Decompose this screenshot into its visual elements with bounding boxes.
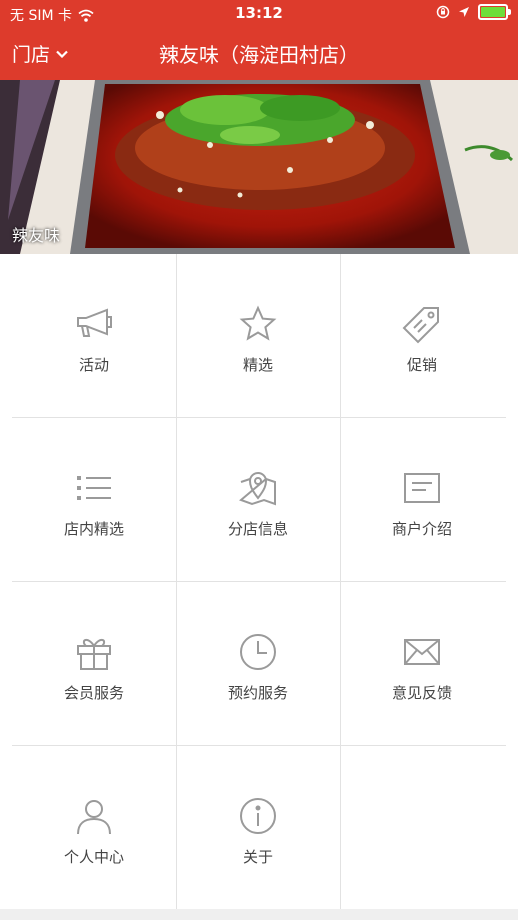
clock-icon xyxy=(240,634,276,670)
megaphone-icon xyxy=(77,308,112,337)
menu-item-feedback[interactable]: 意见反馈 xyxy=(340,582,504,746)
menu-item-label: 促销 xyxy=(406,356,437,374)
info-icon xyxy=(240,798,276,834)
nav-bar: 门店 辣友味（海淀田村店） xyxy=(0,26,518,80)
rotation-lock-icon xyxy=(436,5,450,19)
map-pin-icon xyxy=(239,472,276,506)
menu-item-label: 会员服务 xyxy=(63,684,124,702)
menu-item-label: 店内精选 xyxy=(63,520,124,538)
menu-item-label: 分店信息 xyxy=(227,520,288,538)
menu-item-merchant-intro[interactable]: 商户介绍 xyxy=(340,418,504,582)
menu-item-label: 关于 xyxy=(242,848,273,866)
tag-icon xyxy=(402,307,439,344)
menu-item-label: 个人中心 xyxy=(63,848,124,866)
user-icon xyxy=(77,800,111,835)
menu-item-featured[interactable]: 精选 xyxy=(176,254,340,418)
menu-item-label: 预约服务 xyxy=(227,684,288,702)
gift-icon xyxy=(77,639,111,670)
document-icon xyxy=(404,473,440,503)
envelope-icon xyxy=(404,639,440,665)
location-arrow-icon xyxy=(459,7,469,17)
menu-item-membership[interactable]: 会员服务 xyxy=(12,582,176,746)
menu-item-promotion[interactable]: 促销 xyxy=(340,254,504,418)
banner-image[interactable]: 辣友味 xyxy=(0,80,518,254)
list-icon xyxy=(77,476,111,500)
header: 无 SIM 卡 13:12 门店 辣友味（海淀田村店） xyxy=(0,0,518,80)
menu-item-reservation[interactable]: 预约服务 xyxy=(176,582,340,746)
menu-item-branch-info[interactable]: 分店信息 xyxy=(176,418,340,582)
grilled-fish-photo xyxy=(0,80,518,254)
menu-item-store-picks[interactable]: 店内精选 xyxy=(12,418,176,582)
star-icon xyxy=(239,305,277,341)
battery-icon xyxy=(478,4,511,20)
menu-grid: 活动 精选 促销 店内精选 分店信息 商户介绍 会员服务 预约服务 意见反馈 个… xyxy=(0,254,518,909)
status-right xyxy=(436,4,511,20)
menu-item-label: 活动 xyxy=(78,356,109,374)
status-bar: 无 SIM 卡 13:12 xyxy=(0,0,518,26)
menu-item-profile[interactable]: 个人中心 xyxy=(12,746,176,910)
banner-caption: 辣友味 xyxy=(12,226,61,245)
menu-item-about[interactable]: 关于 xyxy=(176,746,340,910)
menu-item-activity[interactable]: 活动 xyxy=(12,254,176,418)
menu-item-label: 精选 xyxy=(242,356,273,374)
menu-item-label: 意见反馈 xyxy=(391,684,452,702)
menu-item-label: 商户介绍 xyxy=(391,520,452,538)
bottom-edge xyxy=(0,909,518,920)
page-title: 辣友味（海淀田村店） xyxy=(159,43,359,67)
app-screen: 无 SIM 卡 13:12 门店 辣友味（海淀田村店） 辣友味 活动 精选 促销… xyxy=(0,0,518,920)
